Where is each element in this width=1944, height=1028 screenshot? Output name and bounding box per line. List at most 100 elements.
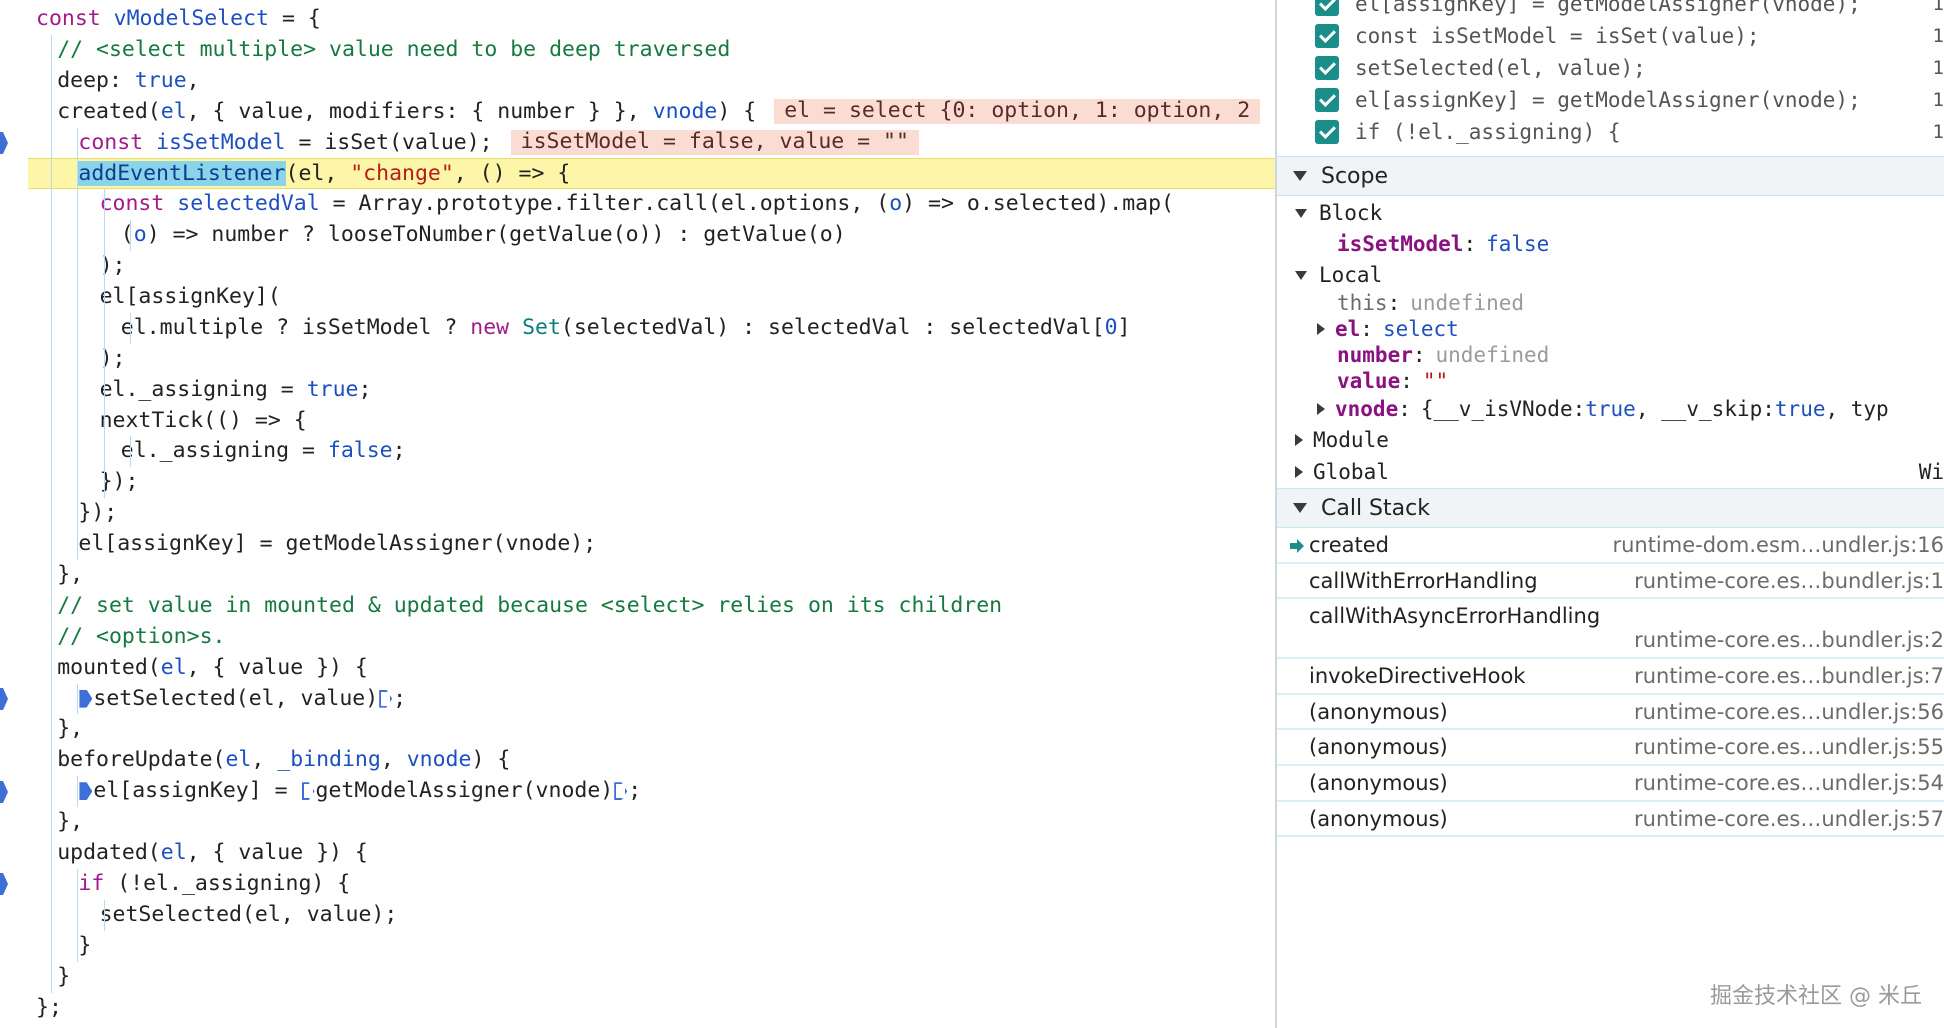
chevron-right-icon: [1295, 434, 1303, 446]
paused-code-line[interactable]: addEventListener(el, "change", () => {: [28, 158, 1275, 190]
code-line[interactable]: // set value in mounted & updated becaus…: [36, 590, 1275, 622]
code-line[interactable]: });: [36, 467, 1275, 499]
indent-guide: [103, 220, 105, 252]
indent-guide: [50, 405, 52, 437]
breakpoint-gutter[interactable]: [0, 0, 28, 1028]
inline-value-preview[interactable]: el = select {0: option, 1: option, 2: [774, 98, 1261, 124]
call-stack-frame[interactable]: (anonymous) runtime-core.es…undler.js:54: [1277, 766, 1944, 802]
call-stack-frame[interactable]: (anonymous) runtime-core.es…undler.js:57: [1277, 802, 1944, 838]
code-line[interactable]: el.multiple ? isSetModel ? new Set(selec…: [36, 312, 1275, 344]
chevron-right-icon[interactable]: [1317, 403, 1325, 415]
code-line[interactable]: beforeUpdate(el, _binding, vnode) {: [36, 745, 1275, 777]
code-line[interactable]: };: [36, 993, 1275, 1024]
code-line[interactable]: }: [36, 930, 1275, 962]
scope-group-module[interactable]: Module: [1277, 424, 1944, 456]
indent-guide: [77, 189, 78, 221]
scope-var-issetmodel[interactable]: isSetModel: false: [1277, 228, 1944, 260]
code-line[interactable]: el[assignKey](: [36, 282, 1275, 313]
code-line[interactable]: if (!el._assigning) {: [36, 868, 1275, 900]
code-token: true: [306, 376, 359, 402]
code-line[interactable]: setSelected(el, value);: [36, 683, 1275, 715]
call-stack-frame[interactable]: (anonymous) runtime-core.es…undler.js:55: [1277, 730, 1944, 766]
code-line[interactable]: // <option>s.: [36, 621, 1275, 653]
code-line[interactable]: }: [36, 961, 1275, 993]
watermark: 掘金技术社区 @ 米丘: [1710, 984, 1922, 1009]
scope-var-value[interactable]: value: "": [1277, 368, 1944, 394]
code-token: };: [36, 994, 62, 1020]
code-line[interactable]: const vModelSelect = {: [36, 4, 1275, 35]
breakpoint-line: 1: [1932, 57, 1944, 79]
code-line[interactable]: el[assignKey] = getModelAssigner(vnode);: [36, 776, 1275, 808]
code-token: ) => number ? looseToNumber(getValue(o))…: [146, 222, 846, 248]
indent-guide: [50, 899, 52, 931]
gutter-breakpoint-marker[interactable]: [0, 780, 8, 803]
chevron-right-icon[interactable]: [1317, 323, 1325, 335]
indent-guide: [77, 312, 78, 344]
gutter-breakpoint-marker[interactable]: [0, 687, 8, 710]
code-line[interactable]: );: [36, 343, 1275, 375]
indent-guide: [103, 251, 105, 283]
scope-var-vnode[interactable]: vnode: {__v_isVNode: true, __v_skip: true…: [1277, 394, 1944, 424]
code-line[interactable]: setSelected(el, value);: [36, 899, 1275, 931]
code-line[interactable]: nextTick(() => {: [36, 405, 1275, 437]
code-line[interactable]: created(el, { value, modifiers: { number…: [36, 96, 1275, 128]
scope-group-block[interactable]: Block: [1277, 198, 1944, 228]
breakpoint-checkbox[interactable]: [1315, 120, 1339, 144]
call-stack-section-header[interactable]: Call Stack: [1277, 488, 1944, 528]
scope-group-local[interactable]: Local: [1277, 260, 1944, 290]
scope-section-header[interactable]: Scope: [1277, 156, 1944, 196]
breakpoint-checkbox[interactable]: [1315, 0, 1339, 16]
indent-guide: [77, 467, 78, 499]
indent-guide: [130, 220, 131, 252]
code-token: },: [57, 716, 84, 742]
call-stack-frame[interactable]: invokeDirectiveHook runtime-core.es…bundl…: [1277, 659, 1944, 695]
inline-value-preview[interactable]: isSetModel = false, value = "": [510, 129, 919, 155]
call-stack-frame-current[interactable]: created runtime-dom.esm…undler.js:16: [1277, 528, 1944, 564]
code-line[interactable]: updated(el, { value }) {: [36, 838, 1275, 869]
scope-var-this[interactable]: this: undefined: [1277, 290, 1944, 316]
code-line[interactable]: (o) => number ? looseToNumber(getValue(o…: [36, 220, 1275, 252]
breakpoint-item[interactable]: const isSetModel = isSet(value); 1: [1277, 20, 1944, 52]
gutter-breakpoint-marker[interactable]: [0, 131, 8, 154]
inline-breakpoint-icon[interactable]: [301, 782, 315, 801]
code-line[interactable]: el._assigning = true;: [36, 374, 1275, 406]
code-token: el[assignKey](: [99, 284, 281, 310]
code-token: el: [160, 840, 187, 866]
indent-guide: [103, 374, 105, 406]
inline-breakpoint-icon[interactable]: [614, 782, 628, 801]
code-line[interactable]: const isSetModel = isSet(value); isSetMod…: [36, 127, 1275, 159]
gutter-breakpoint-marker[interactable]: [0, 873, 8, 896]
code-line[interactable]: },: [36, 714, 1275, 746]
breakpoint-item[interactable]: el[assignKey] = getModelAssigner(vnode);…: [1277, 0, 1944, 20]
code-token: setSelected(el, value);: [99, 901, 398, 927]
breakpoint-item[interactable]: if (!el._assigning) {1: [1277, 116, 1944, 148]
breakpoint-checkbox[interactable]: [1315, 88, 1339, 112]
frame-function: (anonymous): [1309, 806, 1448, 831]
call-stack-frame[interactable]: (anonymous) runtime-core.es…undler.js:56: [1277, 695, 1944, 731]
inline-breakpoint-icon[interactable]: [379, 689, 393, 708]
breakpoint-item[interactable]: el[assignKey] = getModelAssigner(vnode);…: [1277, 84, 1944, 116]
code-line[interactable]: );: [36, 251, 1275, 283]
code-line[interactable]: },: [36, 807, 1275, 839]
code-line[interactable]: el._assigning = false;: [36, 436, 1275, 468]
global-value: Wi: [1918, 460, 1944, 484]
call-stack-frame[interactable]: callWithErrorHandling runtime-core.es…bun…: [1277, 564, 1944, 600]
code-line[interactable]: mounted(el, { value }) {: [36, 652, 1275, 684]
code-token: const: [36, 6, 114, 31]
code-line[interactable]: const selectedVal = Array.prototype.filt…: [36, 189, 1275, 221]
code-line[interactable]: // <select multiple> value need to be de…: [36, 34, 1275, 66]
breakpoint-checkbox[interactable]: [1315, 56, 1339, 80]
code-line[interactable]: el[assignKey] = getModelAssigner(vnode);: [36, 529, 1275, 561]
code-editor[interactable]: const vModelSelect = {// <select multipl…: [0, 0, 1275, 1028]
indent-guide: [50, 961, 52, 993]
inline-breakpoint-icon[interactable]: [79, 782, 93, 801]
breakpoint-item[interactable]: setSelected(el, value); 1: [1277, 52, 1944, 84]
code-line[interactable]: deep: true,: [36, 65, 1275, 97]
scope-group-global[interactable]: Global Wi: [1277, 456, 1944, 488]
code-line[interactable]: });: [36, 498, 1275, 530]
inline-breakpoint-icon[interactable]: [79, 689, 93, 708]
code-line[interactable]: },: [36, 560, 1275, 591]
breakpoint-checkbox[interactable]: [1315, 24, 1339, 48]
call-stack-frame[interactable]: callWithAsyncErrorHandling runtime-core.e…: [1277, 599, 1944, 660]
frame-function: (anonymous): [1309, 770, 1448, 795]
